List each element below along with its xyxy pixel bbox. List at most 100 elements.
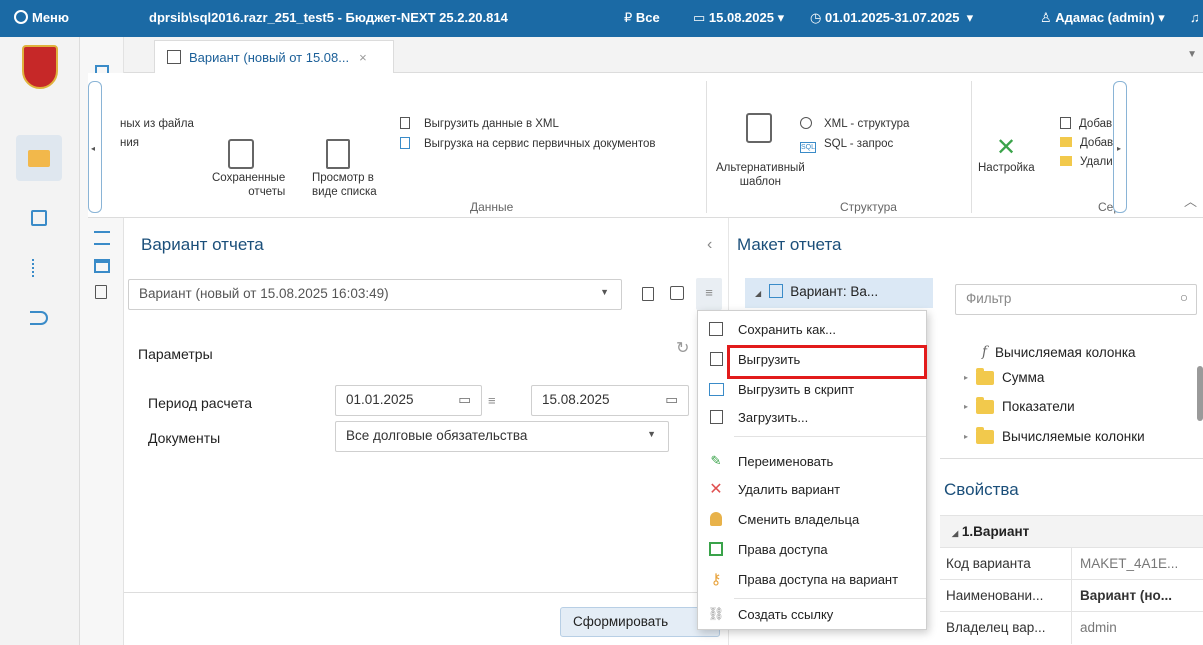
currency-filter[interactable]: ₽ Все xyxy=(624,10,660,26)
menu-item-label: Создать ссылку xyxy=(738,606,834,622)
period-label: 01.01.2025-31.07.2025 xyxy=(824,10,960,25)
tree-root-label: Вариант: Ва... xyxy=(790,284,879,299)
export-primary-button[interactable]: Выгрузка на сервис первичных документов xyxy=(400,137,656,151)
window-icon[interactable] xyxy=(94,259,110,273)
key-icon: ⚷ xyxy=(710,571,722,588)
period-to-input[interactable]: 15.08.2025 ▭ xyxy=(531,385,689,416)
add-label-1: Добав xyxy=(1079,118,1113,130)
property-row[interactable]: Владелец вар... admin xyxy=(940,611,1203,644)
menu-item-rename[interactable]: ✎ Переименовать xyxy=(698,447,926,475)
window-title: dprsib\sql2016.razr_251_test5 - Бюджет-N… xyxy=(149,10,508,25)
period-label: Период расчета xyxy=(148,395,253,411)
menu-button[interactable]: Меню xyxy=(14,10,69,25)
collapse-panel-icon[interactable]: ‹ xyxy=(707,236,712,254)
panel-divider xyxy=(124,592,728,593)
menu-item-variant-access[interactable]: ⚷ Права доступа на вариант xyxy=(698,565,926,593)
tab-list-dropdown[interactable]: ▼ xyxy=(1187,49,1197,60)
ribbon-scroll-left[interactable]: ◂ xyxy=(88,81,102,213)
menu-item-label: Сохранить как... xyxy=(738,321,836,337)
variant-select[interactable]: Вариант (новый от 15.08.2025 16:03:49) ▼ xyxy=(128,279,622,310)
expand-icon: ▸ xyxy=(964,432,969,441)
menu-item-export-script[interactable]: Выгрузить в скрипт xyxy=(698,375,926,403)
expand-icon: ▸ xyxy=(964,373,969,382)
add-variant-icon[interactable] xyxy=(642,287,654,301)
tree-item-indicators[interactable]: ▸ Показатели xyxy=(964,396,1075,414)
ribbon-partial-item-1[interactable]: ных из файла xyxy=(120,117,194,131)
splitter[interactable] xyxy=(940,458,1203,459)
variant-menu-button[interactable]: ≡ xyxy=(696,278,722,310)
export-xml-button[interactable]: Выгрузить данные в XML xyxy=(400,117,559,131)
close-icon[interactable]: × xyxy=(359,50,367,65)
settings-label: Настройка xyxy=(978,162,1035,174)
tree-scrollbar[interactable] xyxy=(1197,366,1203,421)
refresh-icon[interactable]: ↻ xyxy=(676,338,689,358)
documents-label: Документы xyxy=(148,430,221,446)
tree-nav-button[interactable] xyxy=(16,245,62,291)
grid-nav-button[interactable] xyxy=(16,195,62,241)
property-value: admin xyxy=(1071,612,1117,644)
report-variant-title: Вариант отчета xyxy=(141,235,264,254)
bell-icon[interactable]: ♫ xyxy=(1190,10,1200,25)
alt-template-label: Альтернативный шаблон xyxy=(716,162,805,188)
calendar-icon[interactable]: ▭ xyxy=(665,392,678,408)
folder-icon xyxy=(976,396,995,414)
folder-icon xyxy=(976,367,995,385)
route-nav-button[interactable] xyxy=(16,295,62,341)
property-key: Код варианта xyxy=(946,556,1031,571)
menu-item-create-link[interactable]: ⛓ Создать ссылку xyxy=(698,600,926,628)
documents-select[interactable]: Все долговые обязательства ▼ xyxy=(335,421,669,452)
report-layout-title: Макет отчета xyxy=(737,235,842,254)
saved-reports-button[interactable]: Сохраненные отчеты xyxy=(206,137,286,198)
add-button-1[interactable]: Добав xyxy=(1060,117,1112,131)
list-view-button[interactable]: Просмотр в виде списка xyxy=(312,137,392,198)
collapse-ribbon-icon[interactable]: ︿ xyxy=(1184,191,1197,210)
menu-item-save-as[interactable]: Сохранить как... xyxy=(698,315,926,343)
list-view-label: Просмотр в виде списка xyxy=(312,172,377,198)
menu-item-load[interactable]: Загрузить... xyxy=(698,403,926,431)
menu-separator xyxy=(734,436,926,437)
menu-item-delete[interactable]: ✕ Удалить вариант xyxy=(698,475,926,503)
chevron-down-icon: ▼ xyxy=(647,429,656,439)
ribbon-partial-item-2[interactable]: ния xyxy=(120,136,139,150)
user-menu[interactable]: ♙ Адамас (admin) ▾ xyxy=(1040,10,1165,26)
save-icon[interactable] xyxy=(670,286,684,300)
load-icon xyxy=(698,410,734,424)
params-icon[interactable] xyxy=(94,231,110,245)
tree-item-label: Сумма xyxy=(1002,370,1045,385)
ribbon-scroll-right[interactable]: ▸ xyxy=(1113,81,1127,213)
property-row[interactable]: Код варианта MAKET_4A1E... xyxy=(940,547,1203,580)
properties-section-label: 1.Вариант xyxy=(961,524,1030,539)
menu-item-change-owner[interactable]: Сменить владельца xyxy=(698,505,926,533)
xml-structure-button[interactable]: XML - структура xyxy=(800,117,909,131)
tree-item-sum[interactable]: ▸ Сумма xyxy=(964,367,1045,385)
add-button-2[interactable]: Добав xyxy=(1060,136,1113,150)
menu-item-access-rights[interactable]: Права доступа xyxy=(698,535,926,563)
tab-report-variant[interactable]: Вариант (новый от 15.08... × xyxy=(154,40,394,73)
calendar-icon[interactable]: ▭ xyxy=(458,392,471,408)
filter-input[interactable]: Фильтр ○ xyxy=(955,284,1197,315)
tree-item-calc-column[interactable]: f Вычисляемая колонка xyxy=(982,344,1136,360)
delete-button[interactable]: Удали xyxy=(1060,155,1113,169)
property-row[interactable]: Наименовани... Вариант (но... xyxy=(940,579,1203,612)
period-selector[interactable]: ◷ 01.01.2025-31.07.2025 ▾ xyxy=(810,10,973,26)
alt-template-button[interactable]: Альтернативный шаблон xyxy=(716,111,806,191)
date-selector[interactable]: ▭ 15.08.2025 ▾ xyxy=(693,10,784,26)
preview-icon[interactable] xyxy=(95,285,107,299)
sql-icon: SQL xyxy=(800,142,816,153)
tree-icon xyxy=(32,259,46,277)
period-from-input[interactable]: 01.01.2025 ▭ xyxy=(335,385,482,416)
xml-structure-icon xyxy=(800,117,812,129)
search-icon[interactable]: ○ xyxy=(1180,290,1188,305)
sql-query-button[interactable]: SQL SQL - запрос xyxy=(800,137,893,153)
tree-item-calc-columns[interactable]: ▸ Вычисляемые колонки xyxy=(964,426,1145,444)
folder-nav-button[interactable] xyxy=(16,135,62,181)
group-structure-label: Структура xyxy=(840,200,897,214)
export-xml-label: Выгрузить данные в XML xyxy=(424,118,559,130)
settings-button[interactable]: ✕ Настройка xyxy=(976,131,1036,181)
sql-query-label: SQL - запрос xyxy=(824,138,894,150)
generate-button[interactable]: Сформировать xyxy=(560,607,720,637)
grid-icon xyxy=(31,210,47,226)
tree-root[interactable]: ◢ Вариант: Ва... xyxy=(745,278,933,308)
add-icon xyxy=(1060,117,1071,129)
properties-section[interactable]: ◢ 1.Вариант xyxy=(940,515,1203,547)
